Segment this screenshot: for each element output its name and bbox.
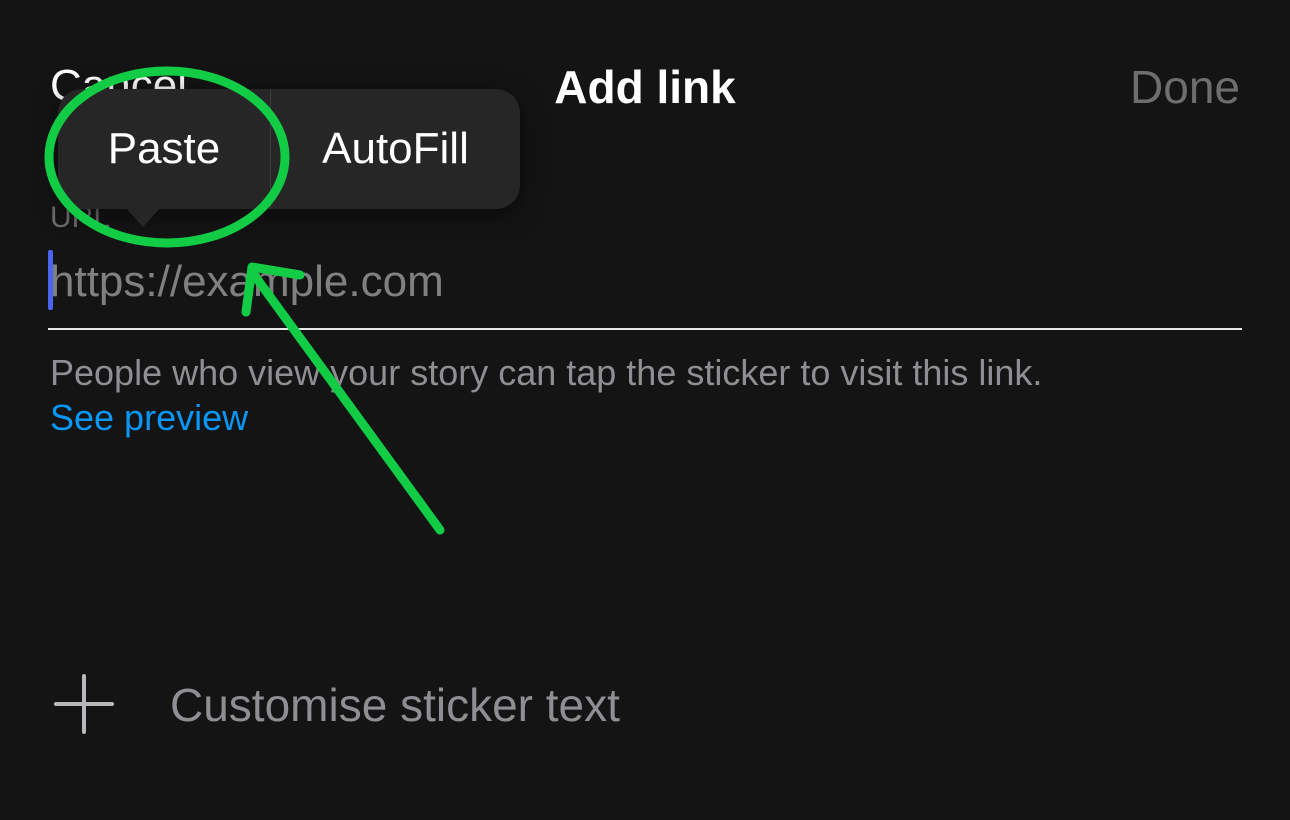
url-input[interactable] bbox=[50, 252, 1240, 312]
menu-pointer bbox=[125, 207, 161, 227]
done-button[interactable]: Done bbox=[1130, 58, 1240, 116]
help-text: People who view your story can tap the s… bbox=[50, 352, 1043, 393]
autofill-menu-item[interactable]: AutoFill bbox=[271, 89, 520, 209]
edit-menu: Paste AutoFill bbox=[58, 89, 520, 209]
see-preview-link[interactable]: See preview bbox=[50, 395, 248, 441]
plus-icon[interactable] bbox=[54, 674, 114, 734]
customise-sticker-text-button[interactable]: Customise sticker text bbox=[170, 676, 620, 734]
url-underline bbox=[48, 328, 1242, 330]
paste-menu-item[interactable]: Paste bbox=[58, 89, 270, 209]
text-caret bbox=[48, 250, 53, 310]
